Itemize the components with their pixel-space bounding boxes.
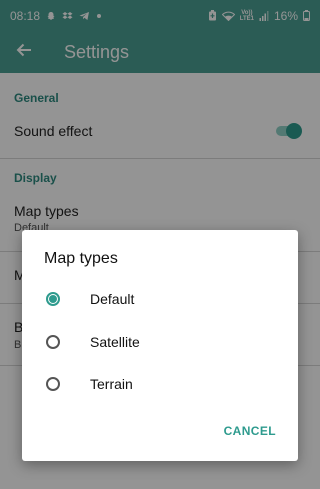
- map-types-dialog: Map types Default Satellite Terrain CANC…: [22, 230, 298, 461]
- option-satellite[interactable]: Satellite: [36, 324, 284, 360]
- cancel-button[interactable]: CANCEL: [224, 424, 276, 438]
- option-label: Satellite: [90, 334, 140, 350]
- radio-checked-icon[interactable]: [46, 292, 60, 306]
- dialog-title: Map types: [44, 250, 118, 267]
- option-label: Terrain: [90, 376, 133, 392]
- radio-unchecked-icon[interactable]: [46, 377, 60, 391]
- option-terrain[interactable]: Terrain: [36, 366, 284, 402]
- radio-unchecked-icon[interactable]: [46, 335, 60, 349]
- option-default[interactable]: Default: [36, 281, 284, 317]
- option-label: Default: [90, 291, 135, 307]
